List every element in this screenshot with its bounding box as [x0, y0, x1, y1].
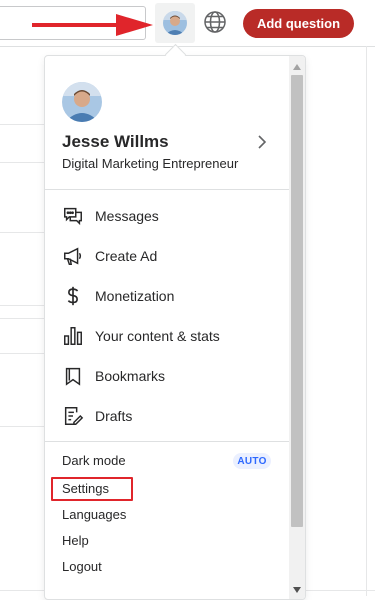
globe-icon — [204, 11, 226, 33]
profile-avatar-icon — [62, 82, 102, 122]
background-divider — [0, 318, 44, 319]
menu-item-drafts[interactable]: Drafts — [45, 396, 289, 436]
background-divider — [0, 162, 44, 163]
scroll-up-arrow-icon[interactable] — [289, 59, 305, 75]
user-avatar-icon — [163, 11, 187, 35]
menu-item-messages[interactable]: Messages — [45, 196, 289, 236]
menu-item-label: Messages — [95, 208, 159, 224]
top-navigation-bar: Add question — [0, 0, 375, 47]
message-icon — [64, 207, 82, 226]
menu-item-dark-mode[interactable]: Dark mode — [62, 452, 126, 470]
background-divider — [0, 232, 44, 233]
menu-item-logout[interactable]: Logout — [62, 558, 102, 576]
background-divider — [0, 124, 44, 125]
menu-item-create-ad[interactable]: Create Ad — [45, 236, 289, 276]
scrollbar-thumb[interactable] — [291, 75, 303, 527]
dark-mode-auto-badge[interactable]: AUTO — [233, 453, 271, 469]
profile-header[interactable]: Jesse Willms Digital Marketing Entrepren… — [45, 56, 289, 189]
drafts-icon — [64, 407, 84, 425]
menu-item-label: Bookmarks — [95, 368, 166, 384]
menu-divider — [45, 189, 289, 190]
menu-item-content-stats[interactable]: Your content & stats — [45, 316, 289, 356]
profile-name: Jesse Willms — [62, 132, 169, 151]
menu-item-languages[interactable]: Languages — [62, 506, 126, 524]
add-question-button[interactable]: Add question — [243, 9, 354, 38]
profile-avatar-button[interactable] — [155, 3, 195, 43]
menu-divider — [45, 441, 289, 442]
menu-item-label: Monetization — [95, 288, 175, 304]
dollar-icon — [67, 286, 79, 306]
dropdown-scrollbar[interactable] — [289, 56, 305, 599]
bookmark-icon — [65, 367, 81, 386]
profile-tagline: Digital Marketing Entrepreneur — [62, 156, 239, 171]
red-arrow-annotation — [32, 14, 153, 36]
background-divider — [0, 305, 44, 306]
menu-item-label: Your content & stats — [95, 328, 220, 344]
megaphone-icon — [64, 247, 82, 265]
background-divider — [0, 426, 44, 427]
menu-item-label: Create Ad — [95, 248, 158, 264]
menu-item-settings[interactable]: Settings — [62, 480, 109, 498]
background-divider — [0, 353, 44, 354]
chevron-right-icon — [258, 135, 267, 149]
background-divider — [366, 46, 367, 596]
bar-chart-icon — [64, 327, 82, 345]
menu-item-label: Drafts — [95, 408, 133, 424]
menu-item-bookmarks[interactable]: Bookmarks — [45, 356, 289, 396]
language-globe-button[interactable] — [201, 8, 229, 36]
account-dropdown-menu: Jesse Willms Digital Marketing Entrepren… — [44, 55, 306, 600]
menu-item-help[interactable]: Help — [62, 532, 89, 550]
menu-item-monetization[interactable]: Monetization — [45, 276, 289, 316]
